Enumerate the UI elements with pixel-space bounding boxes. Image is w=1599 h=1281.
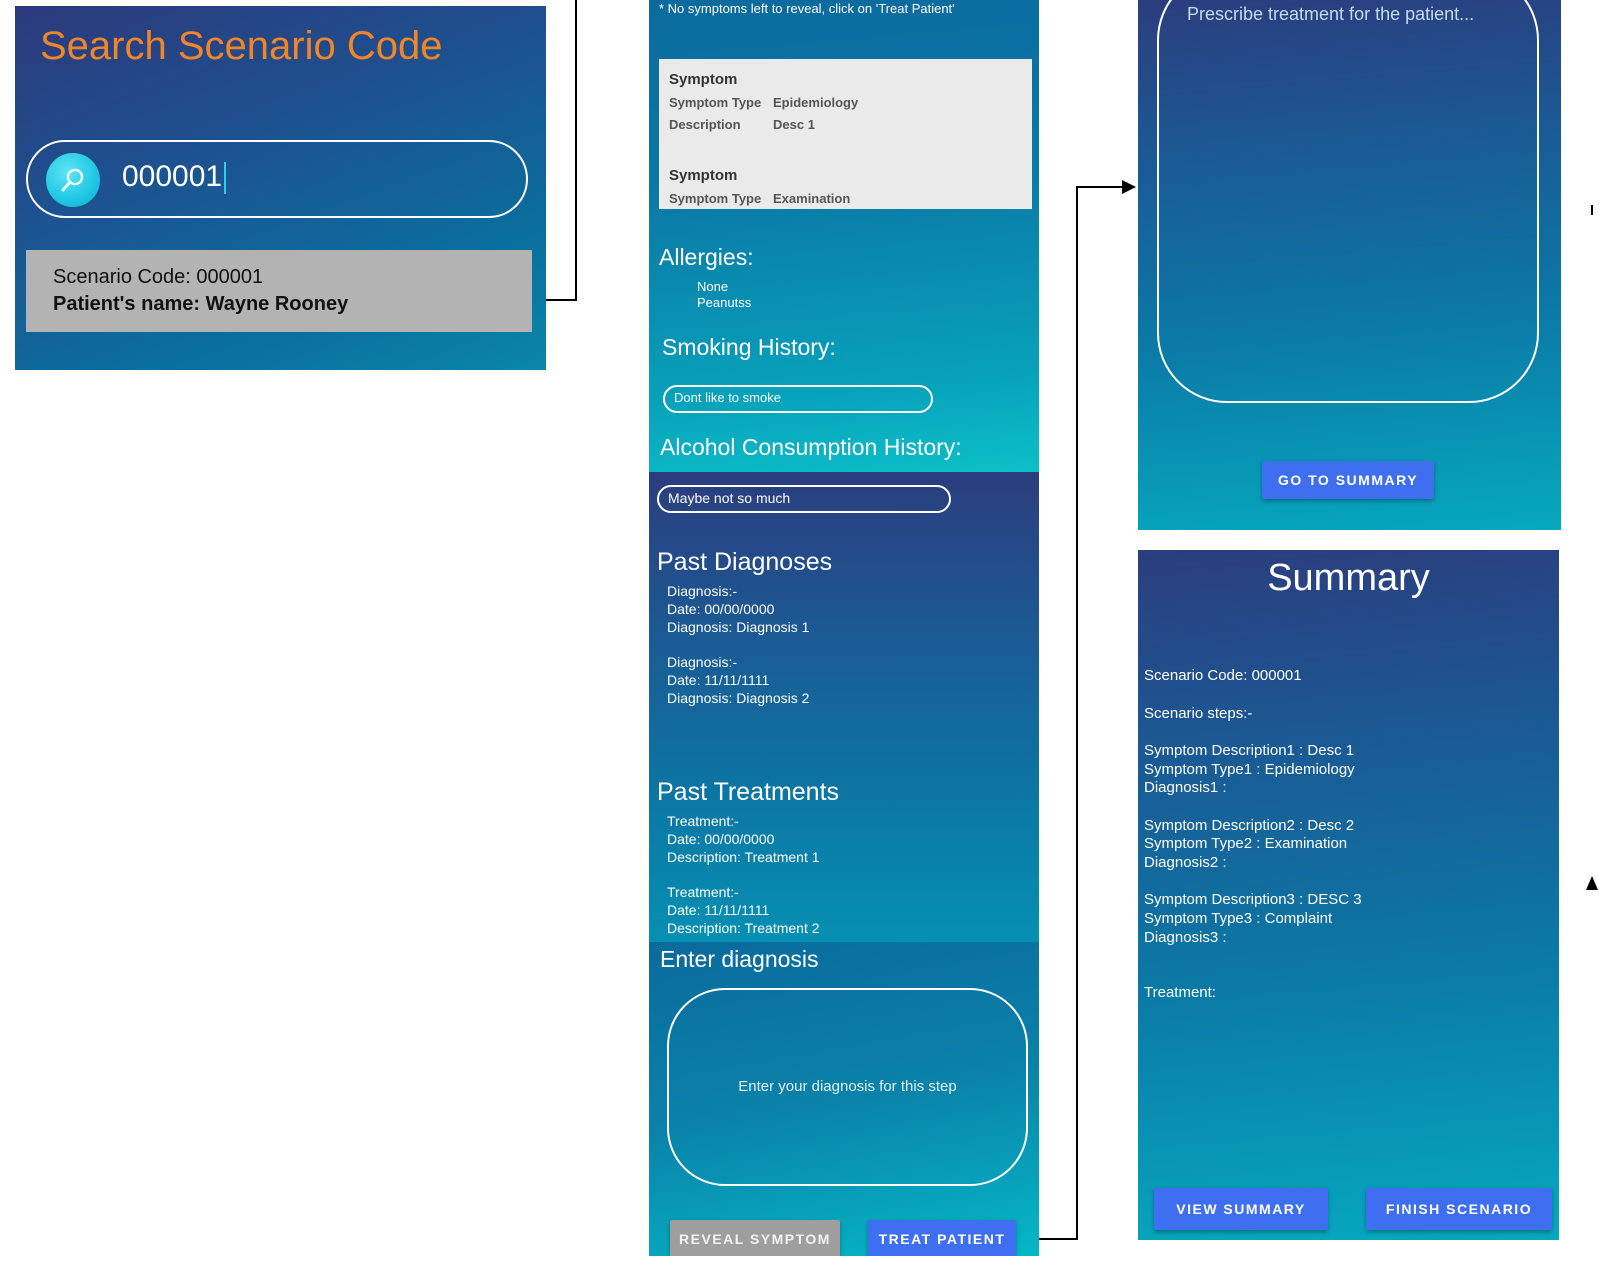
treatment-entry: Treatment:- Date: 00/00/0000 Description… bbox=[667, 812, 820, 866]
treatment-screen: Prescribe treatment for the patient... G… bbox=[1138, 0, 1561, 530]
diagnosis-input[interactable]: Enter your diagnosis for this step bbox=[667, 988, 1028, 1186]
smoking-history-field[interactable]: Dont like to smoke bbox=[663, 385, 933, 413]
summary-line: Diagnosis1 : bbox=[1144, 779, 1227, 796]
alcohol-history-field[interactable]: Maybe not so much bbox=[657, 485, 951, 513]
diagnosis-detail: Diagnosis: Diagnosis 2 bbox=[667, 690, 810, 706]
symptom-type-label: Symptom Type bbox=[669, 95, 762, 110]
search-input[interactable]: 000001 bbox=[122, 160, 227, 195]
symptom-type-value: Examination bbox=[773, 191, 851, 206]
search-result-card[interactable]: Scenario Code: 000001 Patient's name: Wa… bbox=[26, 250, 532, 332]
treatment-entry: Treatment:- Date: 11/11/1111 Description… bbox=[667, 883, 820, 937]
symptom-heading: Symptom bbox=[669, 167, 738, 184]
search-icon[interactable] bbox=[46, 153, 100, 207]
allergy-item: None bbox=[697, 279, 729, 294]
summary-line: Symptom Type2 : Examination bbox=[1144, 835, 1348, 852]
patient-screen: * No symptoms left to reveal, click on '… bbox=[649, 0, 1039, 1256]
diagnosis-date: Date: 00/00/0000 bbox=[667, 601, 775, 617]
treat-patient-button[interactable]: TREAT PATIENT bbox=[868, 1220, 1016, 1256]
diagnosis-entry: Diagnosis:- Date: 11/11/1111 Diagnosis: … bbox=[667, 653, 809, 707]
symptom-heading: Symptom bbox=[669, 71, 738, 88]
connector-line bbox=[575, 0, 577, 301]
summary-line: Symptom Description1 : Desc 1 bbox=[1144, 742, 1355, 759]
symptom-type-value: Epidemiology bbox=[773, 95, 859, 110]
diagnosis-title: Diagnosis:- bbox=[667, 654, 738, 670]
treatment-date: Date: 00/00/0000 bbox=[667, 831, 775, 847]
symptom-description-label: Description bbox=[669, 117, 741, 132]
diagnosis-detail: Diagnosis: Diagnosis 1 bbox=[667, 619, 810, 635]
symptom-description-value: Desc 1 bbox=[773, 117, 815, 132]
result-patient-name: Patient's name: Wayne Rooney bbox=[53, 293, 349, 315]
symptom-type-label: Symptom Type bbox=[669, 191, 762, 206]
diagnosis-placeholder: Enter your diagnosis for this step bbox=[738, 1078, 957, 1095]
summary-line: Symptom Type1 : Epidemiology bbox=[1144, 761, 1355, 778]
diagnosis-entry: Diagnosis:- Date: 00/00/0000 Diagnosis: … bbox=[667, 582, 809, 636]
treatment-title: Treatment:- bbox=[667, 813, 739, 829]
summary-title: Summary bbox=[1267, 557, 1430, 599]
enter-diagnosis-heading: Enter diagnosis bbox=[660, 946, 819, 972]
summary-line: Symptom Description2 : Desc 2 bbox=[1144, 817, 1355, 834]
treatment-date: Date: 11/11/1111 bbox=[667, 902, 770, 918]
past-diagnoses-heading: Past Diagnoses bbox=[657, 548, 833, 576]
arrow-head-icon bbox=[1122, 180, 1136, 194]
connector-line bbox=[1076, 186, 1126, 188]
summary-line: Symptom Description3 : DESC 3 bbox=[1144, 891, 1362, 908]
page-title: Search Scenario Code bbox=[40, 24, 443, 68]
alcohol-heading: Alcohol Consumption History: bbox=[660, 434, 962, 460]
past-treatments-heading: Past Treatments bbox=[657, 778, 840, 806]
arrow-head-icon bbox=[1586, 876, 1598, 890]
smoking-heading: Smoking History: bbox=[662, 334, 836, 360]
status-note: * No symptoms left to reveal, click on '… bbox=[659, 1, 955, 16]
treatment-detail: Description: Treatment 2 bbox=[667, 920, 820, 936]
text-caret bbox=[224, 162, 227, 195]
search-screen: Search Scenario Code 000001 Scenario Cod… bbox=[15, 6, 546, 370]
result-scenario-code: Scenario Code: 000001 bbox=[53, 266, 264, 288]
connector-line bbox=[1591, 205, 1593, 215]
summary-line: Diagnosis2 : bbox=[1144, 854, 1227, 871]
treatment-title: Treatment:- bbox=[667, 884, 739, 900]
go-to-summary-button[interactable]: GO TO SUMMARY bbox=[1262, 461, 1434, 499]
summary-line: Symptom Type3 : Complaint bbox=[1144, 910, 1333, 927]
finish-scenario-button[interactable]: FINISH SCENARIO bbox=[1366, 1188, 1552, 1230]
treatment-placeholder: Prescribe treatment for the patient... bbox=[1187, 4, 1475, 24]
treatment-input[interactable]: Prescribe treatment for the patient... bbox=[1157, 0, 1539, 403]
search-field[interactable]: 000001 bbox=[26, 140, 528, 218]
symptom-list[interactable]: Symptom Symptom Type Epidemiology Descri… bbox=[659, 59, 1032, 209]
diagnosis-title: Diagnosis:- bbox=[667, 583, 738, 599]
treatment-detail: Description: Treatment 1 bbox=[667, 849, 820, 865]
enter-diagnosis-section: Enter diagnosis Enter your diagnosis for… bbox=[649, 942, 1039, 1256]
summary-line: Scenario steps:- bbox=[1144, 705, 1253, 722]
view-summary-button[interactable]: VIEW SUMMARY bbox=[1154, 1188, 1328, 1230]
reveal-symptom-button[interactable]: REVEAL SYMPTOM bbox=[670, 1220, 840, 1256]
connector-line bbox=[1076, 186, 1078, 1240]
summary-line: Scenario Code: 000001 bbox=[1144, 667, 1302, 684]
summary-line: Diagnosis3 : bbox=[1144, 929, 1227, 946]
diagnosis-date: Date: 11/11/1111 bbox=[667, 672, 770, 688]
summary-screen: Summary Scenario Code: 000001 Scenario s… bbox=[1138, 550, 1559, 1240]
allergies-heading: Allergies: bbox=[659, 244, 754, 270]
summary-line: Treatment: bbox=[1144, 984, 1216, 1001]
allergy-item: Peanutss bbox=[697, 295, 752, 310]
